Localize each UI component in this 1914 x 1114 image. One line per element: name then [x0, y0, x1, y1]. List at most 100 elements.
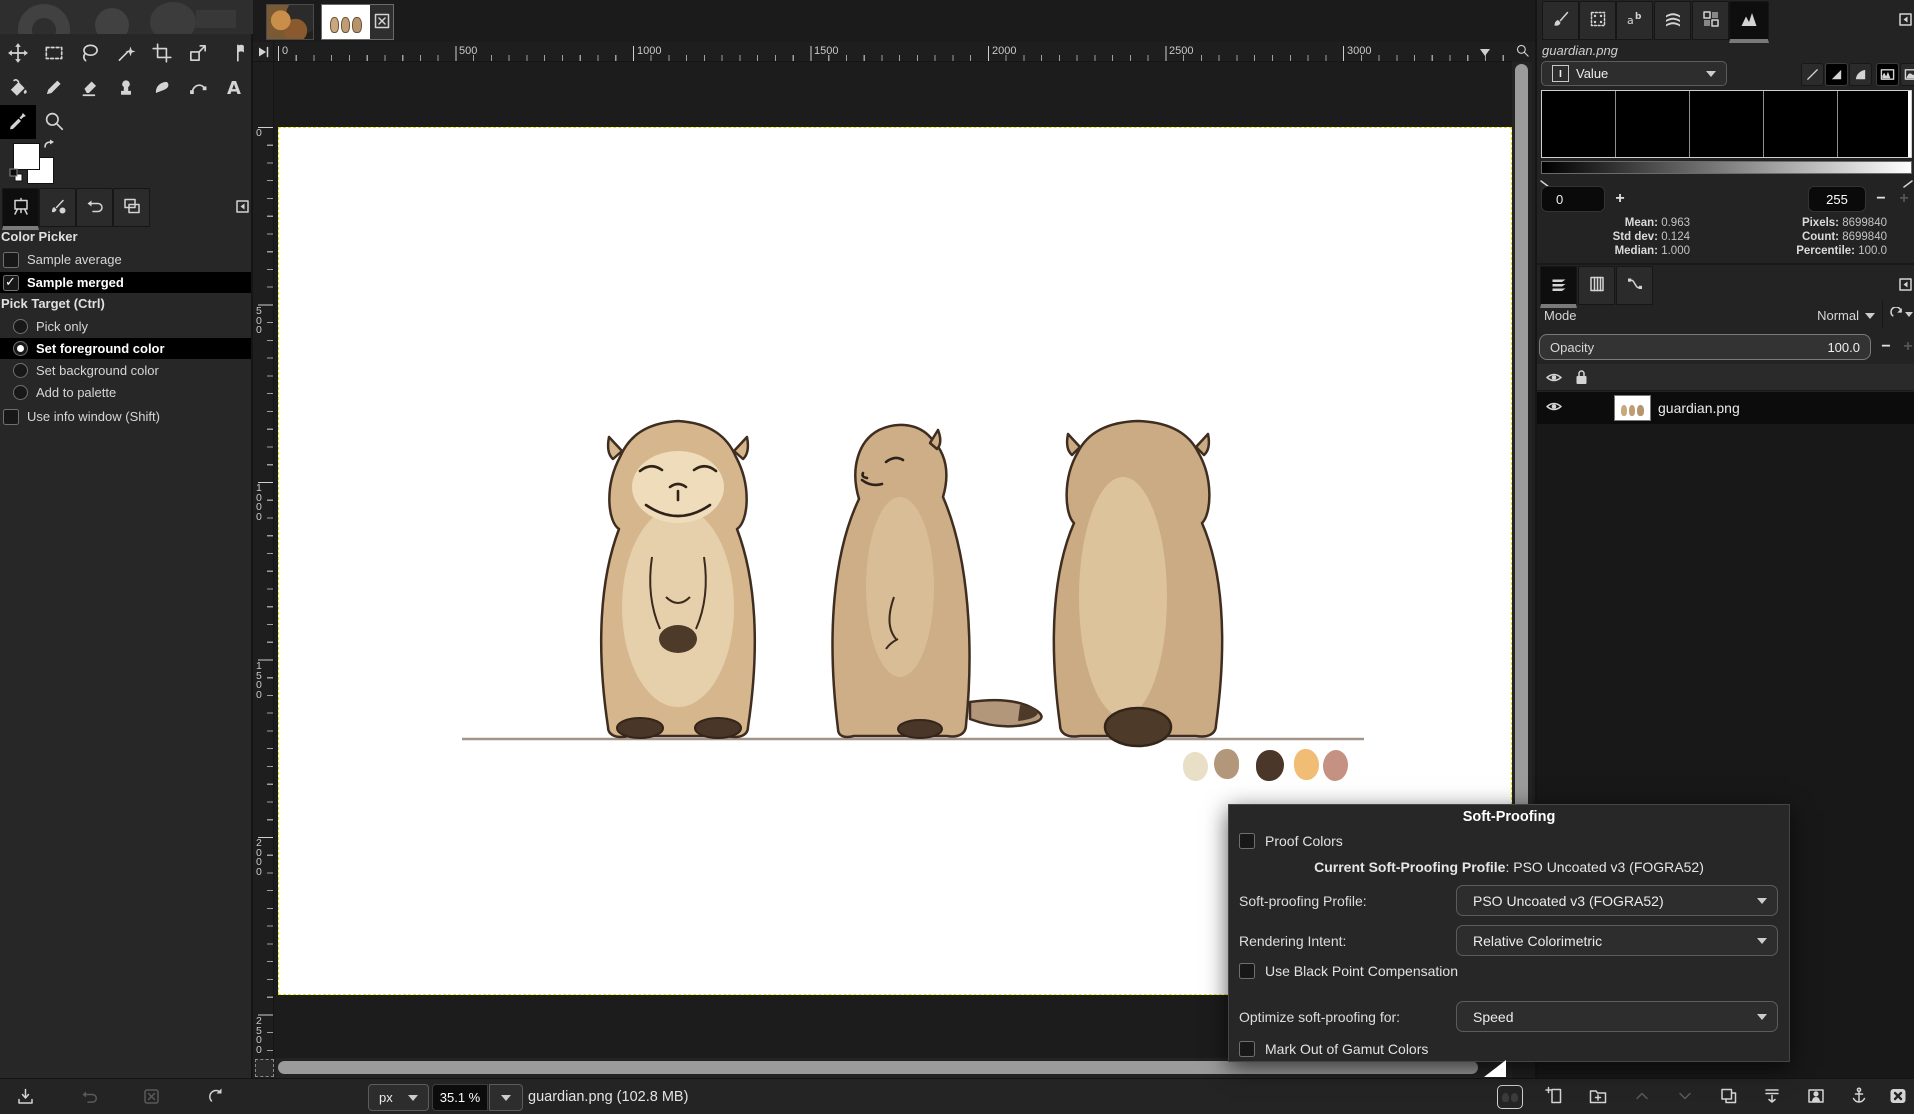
color-picker-tool-button[interactable] — [0, 105, 36, 139]
vertical-ruler[interactable]: 0 500 1000 1500 2000 2500 — [253, 62, 274, 1058]
opacity-increment-button[interactable]: + — [1897, 336, 1914, 358]
range-low-increment-button[interactable]: + — [1609, 188, 1631, 210]
new-layer-button[interactable] — [1545, 1086, 1565, 1109]
histogram-scale-log-button[interactable] — [1900, 63, 1914, 86]
unified-transform-tool-button[interactable] — [180, 37, 216, 71]
histogram-display[interactable] — [1541, 90, 1912, 158]
histogram-low-handle[interactable] — [1540, 176, 1550, 184]
use-info-window-row[interactable]: Use info window (Shift) — [0, 407, 251, 426]
lock-icon[interactable] — [1574, 368, 1589, 389]
image-tab-2-active[interactable] — [321, 4, 394, 40]
tab-histogram[interactable] — [1729, 1, 1769, 43]
ruler-dropdown-icon[interactable] — [1480, 49, 1490, 61]
toolbox-collapse-icon[interactable] — [236, 200, 249, 216]
tab-device-status[interactable] — [39, 188, 76, 227]
zoom-corner-button[interactable] — [1512, 42, 1532, 62]
pick-only-radio[interactable] — [13, 319, 28, 334]
quick-mask-button[interactable] — [255, 1059, 274, 1077]
set-background-row[interactable]: Set background color — [0, 361, 251, 380]
zoom-tool-button[interactable] — [36, 105, 72, 139]
opacity-slider[interactable]: Opacity 100.0 — [1539, 334, 1871, 360]
rectangle-select-tool-button[interactable] — [36, 37, 72, 71]
tab-channels[interactable] — [1578, 266, 1615, 305]
mode-select[interactable]: Normal — [1807, 304, 1875, 326]
free-select-tool-button[interactable] — [72, 37, 108, 71]
histogram-scale-linear-button[interactable] — [1876, 63, 1899, 86]
intent-select[interactable]: Relative Colorimetric — [1456, 925, 1778, 956]
add-to-palette-radio[interactable] — [13, 385, 28, 400]
ruler-corner-button[interactable] — [253, 42, 274, 62]
reset-tool-options-button[interactable] — [206, 1087, 225, 1109]
gamut-row[interactable]: Mark Out of Gamut Colors — [1239, 1041, 1428, 1057]
sample-merged-checkbox[interactable] — [3, 275, 19, 291]
use-info-window-checkbox[interactable] — [3, 409, 19, 425]
delete-tool-preset-button[interactable] — [142, 1087, 161, 1109]
tab-tool-options[interactable] — [2, 188, 39, 230]
right-dock-collapse-icon[interactable] — [1899, 13, 1912, 29]
foreground-color-swatch[interactable] — [13, 143, 40, 170]
layer-visibility-eye-icon[interactable] — [1545, 399, 1563, 417]
smudge-tool-button[interactable] — [144, 71, 180, 105]
sample-average-row[interactable]: Sample average — [0, 250, 251, 269]
optimize-select[interactable]: Speed — [1456, 1001, 1778, 1032]
tab-patterns[interactable] — [1579, 1, 1616, 40]
tab-undo-history[interactable] — [76, 188, 113, 227]
black-point-checkbox[interactable] — [1239, 963, 1255, 979]
histogram-log-button[interactable] — [1849, 63, 1872, 86]
anchor-layer-button[interactable] — [1849, 1086, 1869, 1109]
text-tool-button[interactable]: A — [216, 71, 252, 105]
set-background-radio[interactable] — [13, 363, 28, 378]
default-colors-icon[interactable] — [9, 168, 23, 185]
new-layer-group-button[interactable] — [1588, 1086, 1608, 1109]
histogram-high-handle[interactable] — [1903, 176, 1913, 184]
navigation-preview-button[interactable] — [1497, 1085, 1523, 1109]
warp-transform-tool-button[interactable] — [216, 37, 252, 71]
opacity-decrement-button[interactable]: − — [1875, 336, 1897, 358]
channel-select[interactable]: I Value — [1541, 61, 1727, 86]
tab-fonts[interactable]: ab — [1616, 1, 1653, 40]
proof-colors-checkbox[interactable] — [1239, 833, 1255, 849]
gamut-checkbox[interactable] — [1239, 1041, 1255, 1057]
raise-layer-button[interactable] — [1632, 1086, 1652, 1109]
set-foreground-radio[interactable] — [13, 341, 28, 356]
lower-layer-button[interactable] — [1675, 1086, 1695, 1109]
bucket-fill-tool-button[interactable] — [0, 71, 36, 105]
save-tool-preset-button[interactable] — [16, 1087, 35, 1109]
move-tool-button[interactable] — [0, 37, 36, 71]
range-low-input[interactable]: 0 — [1541, 186, 1605, 212]
horizontal-ruler[interactable]: 0 500 1000 1500 2000 2500 3000 — [274, 42, 1512, 62]
crop-tool-button[interactable] — [144, 37, 180, 71]
range-high-increment-button[interactable]: + — [1893, 188, 1914, 210]
histogram-perceptual-button[interactable] — [1825, 63, 1848, 86]
layer-row-guardian[interactable]: guardian.png — [1537, 392, 1914, 424]
duplicate-layer-button[interactable] — [1719, 1086, 1739, 1109]
add-layer-mask-button[interactable] — [1806, 1086, 1826, 1109]
set-foreground-row[interactable]: Set foreground color — [0, 338, 251, 359]
delete-layer-button[interactable] — [1888, 1086, 1908, 1109]
black-point-row[interactable]: Use Black Point Compensation — [1239, 963, 1458, 979]
pick-only-row[interactable]: Pick only — [0, 317, 251, 336]
range-high-decrement-button[interactable]: − — [1870, 188, 1892, 210]
tab-images[interactable] — [113, 188, 150, 227]
add-to-palette-row[interactable]: Add to palette — [0, 383, 251, 402]
proof-colors-row[interactable]: Proof Colors — [1239, 833, 1343, 849]
horizontal-scrollbar-thumb[interactable] — [278, 1061, 1478, 1074]
fuzzy-select-tool-button[interactable] — [108, 37, 144, 71]
tab-palettes[interactable] — [1692, 1, 1729, 40]
zoom-dropdown-button[interactable] — [489, 1084, 523, 1111]
zoom-input[interactable]: 35.1 % — [432, 1084, 488, 1111]
tab-layers[interactable] — [1540, 266, 1577, 308]
range-high-input[interactable]: 255 — [1808, 186, 1866, 212]
profile-select[interactable]: PSO Uncoated v3 (FOGRA52) — [1456, 885, 1778, 916]
sample-average-checkbox[interactable] — [3, 252, 19, 268]
restore-tool-preset-button[interactable] — [80, 1087, 99, 1109]
paths-tool-button[interactable] — [180, 71, 216, 105]
close-tab-button[interactable] — [370, 5, 393, 39]
eraser-tool-button[interactable] — [72, 71, 108, 105]
clone-tool-button[interactable] — [108, 71, 144, 105]
layers-dock-collapse-icon[interactable] — [1899, 278, 1912, 294]
navigation-corner-icon[interactable] — [1484, 1060, 1506, 1077]
merge-down-button[interactable] — [1762, 1086, 1782, 1109]
image-tab-1[interactable] — [266, 4, 314, 40]
tab-gradients[interactable] — [1654, 1, 1691, 40]
